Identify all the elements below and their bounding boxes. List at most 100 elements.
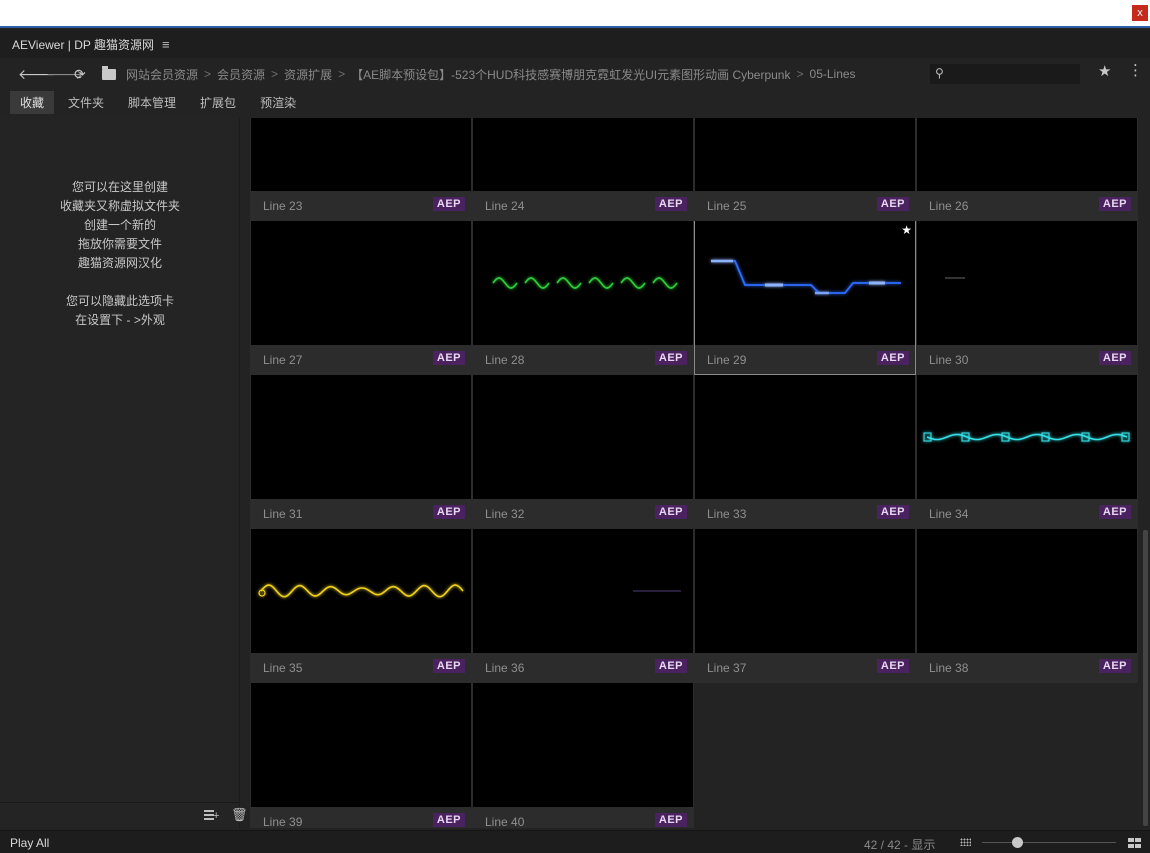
asset-tile[interactable]: Line 25 AEP [694,118,916,221]
breadcrumb-item[interactable]: 网站会员资源 [126,66,198,83]
asset-tile[interactable]: Line 33 AEP [694,375,916,529]
zoom-slider-track[interactable] [982,842,1116,843]
asset-thumbnail[interactable] [917,529,1137,653]
asset-tile[interactable]: Line 28 AEP [472,221,694,375]
breadcrumb-item[interactable]: 05-Lines [810,67,856,81]
asset-label: Line 26 [929,199,969,213]
asset-tile[interactable]: Line 26 AEP [916,118,1138,221]
asset-tile[interactable]: Line 39 AEP [250,683,472,828]
asset-thumbnail[interactable] [917,375,1137,499]
tab-item[interactable]: 扩展包 [190,91,246,114]
asset-tile[interactable]: Line 24 AEP [472,118,694,221]
tab-item[interactable]: 收藏 [10,90,55,114]
aep-badge: AEP [654,351,687,365]
asset-label: Line 30 [929,353,969,367]
asset-label: Line 25 [707,199,747,213]
starred-icon[interactable]: ★ [901,223,912,237]
zoom-slider-knob[interactable] [1011,837,1023,848]
tab-item[interactable]: 脚本管理 [118,91,186,114]
asset-thumbnail[interactable] [473,221,693,345]
asset-tile[interactable]: ★ Line 29 AEP [694,221,916,375]
asset-thumbnail[interactable] [473,118,693,191]
asset-label: Line 23 [263,199,303,213]
aep-badge: AEP [432,505,465,519]
asset-thumbnail[interactable] [917,221,1137,345]
large-grid-icon[interactable] [1128,838,1141,848]
asset-thumbnail[interactable] [917,118,1137,191]
asset-thumbnail[interactable] [695,529,915,653]
asset-thumbnail[interactable] [473,375,693,499]
asset-label: Line 31 [263,507,303,521]
aep-badge: AEP [1098,351,1131,365]
asset-thumbnail[interactable] [251,118,471,191]
forward-arrow-icon[interactable]: 🡒 [46,66,84,83]
menu-icon[interactable]: ≡ [162,37,170,52]
breadcrumb-item[interactable]: 会员资源 [217,66,265,83]
aep-badge: AEP [1098,197,1131,211]
folder-icon[interactable] [102,65,116,80]
favorite-star-icon[interactable]: ★ [1098,62,1111,80]
asset-thumbnail[interactable] [251,529,471,653]
back-arrow-icon[interactable]: 🡐 [18,66,56,83]
asset-thumbnail[interactable] [695,118,915,191]
aep-badge: AEP [876,659,909,673]
asset-label: Line 29 [707,353,747,367]
sidebar-help-line: 创建一个新的 [83,218,156,232]
asset-tile[interactable]: Line 27 AEP [250,221,472,375]
favorites-sidebar: 您可以在这里创建 收藏夹又称虚拟文件夹 创建一个新的 拖放你需要文件 趣猫资源网汉化 您可… [0,118,248,828]
preview-graphic [251,375,471,499]
scrollbar-thumb[interactable] [1143,530,1148,826]
breadcrumb-item[interactable]: 【AE脚本预设包】-523个HUD科技感赛博朋克霓虹发光UI元素图形动画 Cyb… [351,66,790,83]
sidebar-help-line: 您可以隐藏此选项卡 [65,294,174,308]
breadcrumb-item[interactable]: 资源扩展 [284,66,332,83]
sidebar-help-text: 您可以在这里创建 收藏夹又称虚拟文件夹 创建一个新的 拖放你需要文件 趣猫资源网汉化 您可… [0,178,240,330]
asset-grid: Line 23 AEP Line 24 AEP Line 25 AEP Line 26 AEP… [250,118,1140,828]
sidebar-help-line: 您可以在这里创建 [71,180,168,194]
asset-tile[interactable]: Line 31 AEP [250,375,472,529]
search-input[interactable] [951,67,1075,82]
asset-tile[interactable]: Line 35 AEP [250,529,472,683]
top-strip: x [0,0,1150,28]
asset-tile[interactable]: Line 30 AEP [916,221,1138,375]
grid-scrollbar[interactable] [1141,118,1150,828]
preview-graphic [695,118,915,191]
preview-graphic [473,683,693,807]
trash-icon[interactable]: 🗑 [231,807,248,823]
asset-tile[interactable]: Line 40 AEP [472,683,694,828]
more-options-icon[interactable]: ⋮ [1128,61,1143,79]
tab-item[interactable]: 文件夹 [58,91,114,114]
nav-bar: 🡐 🡒 ⟳ 网站会员资源 > 会员资源 > 资源扩展 > 【AE脚本预设包】-523个HUD… [0,58,1150,90]
aep-badge: AEP [1098,505,1131,519]
close-button[interactable]: x [1132,5,1148,21]
asset-tile[interactable]: Line 34 AEP [916,375,1138,529]
asset-label: Line 38 [929,661,969,675]
asset-label: Line 28 [485,353,525,367]
asset-thumbnail[interactable] [473,529,693,653]
asset-tile[interactable]: Line 38 AEP [916,529,1138,683]
asset-label: Line 39 [263,815,303,828]
refresh-icon[interactable]: ⟳ [74,66,102,83]
play-all-button[interactable]: Play All [10,836,49,850]
sidebar-help-line: 收藏夹又称虚拟文件夹 [59,199,180,213]
preview-graphic [695,375,915,499]
small-grid-icon[interactable] [960,838,971,846]
asset-thumbnail[interactable] [251,375,471,499]
preview-graphic [711,259,901,295]
asset-thumbnail[interactable] [251,683,471,807]
aep-badge: AEP [654,197,687,211]
tab-item[interactable]: 预渲染 [250,91,306,114]
asset-thumbnail[interactable] [473,683,693,807]
breadcrumb: 网站会员资源 > 会员资源 > 资源扩展 > 【AE脚本预设包】-523个HUD科技感赛博朋… [126,66,856,83]
asset-thumbnail[interactable] [695,221,915,345]
search-field[interactable]: ⚲ [930,64,1080,84]
preview-graphic [258,584,464,598]
asset-thumbnail[interactable] [251,221,471,345]
asset-tile[interactable]: Line 36 AEP [472,529,694,683]
asset-tile[interactable]: Line 37 AEP [694,529,916,683]
asset-thumbnail[interactable] [695,375,915,499]
preview-graphic [251,683,471,807]
asset-tile[interactable]: Line 23 AEP [250,118,472,221]
preview-graphic [251,118,471,191]
asset-tile[interactable]: Line 32 AEP [472,375,694,529]
add-collection-icon[interactable] [204,808,220,822]
